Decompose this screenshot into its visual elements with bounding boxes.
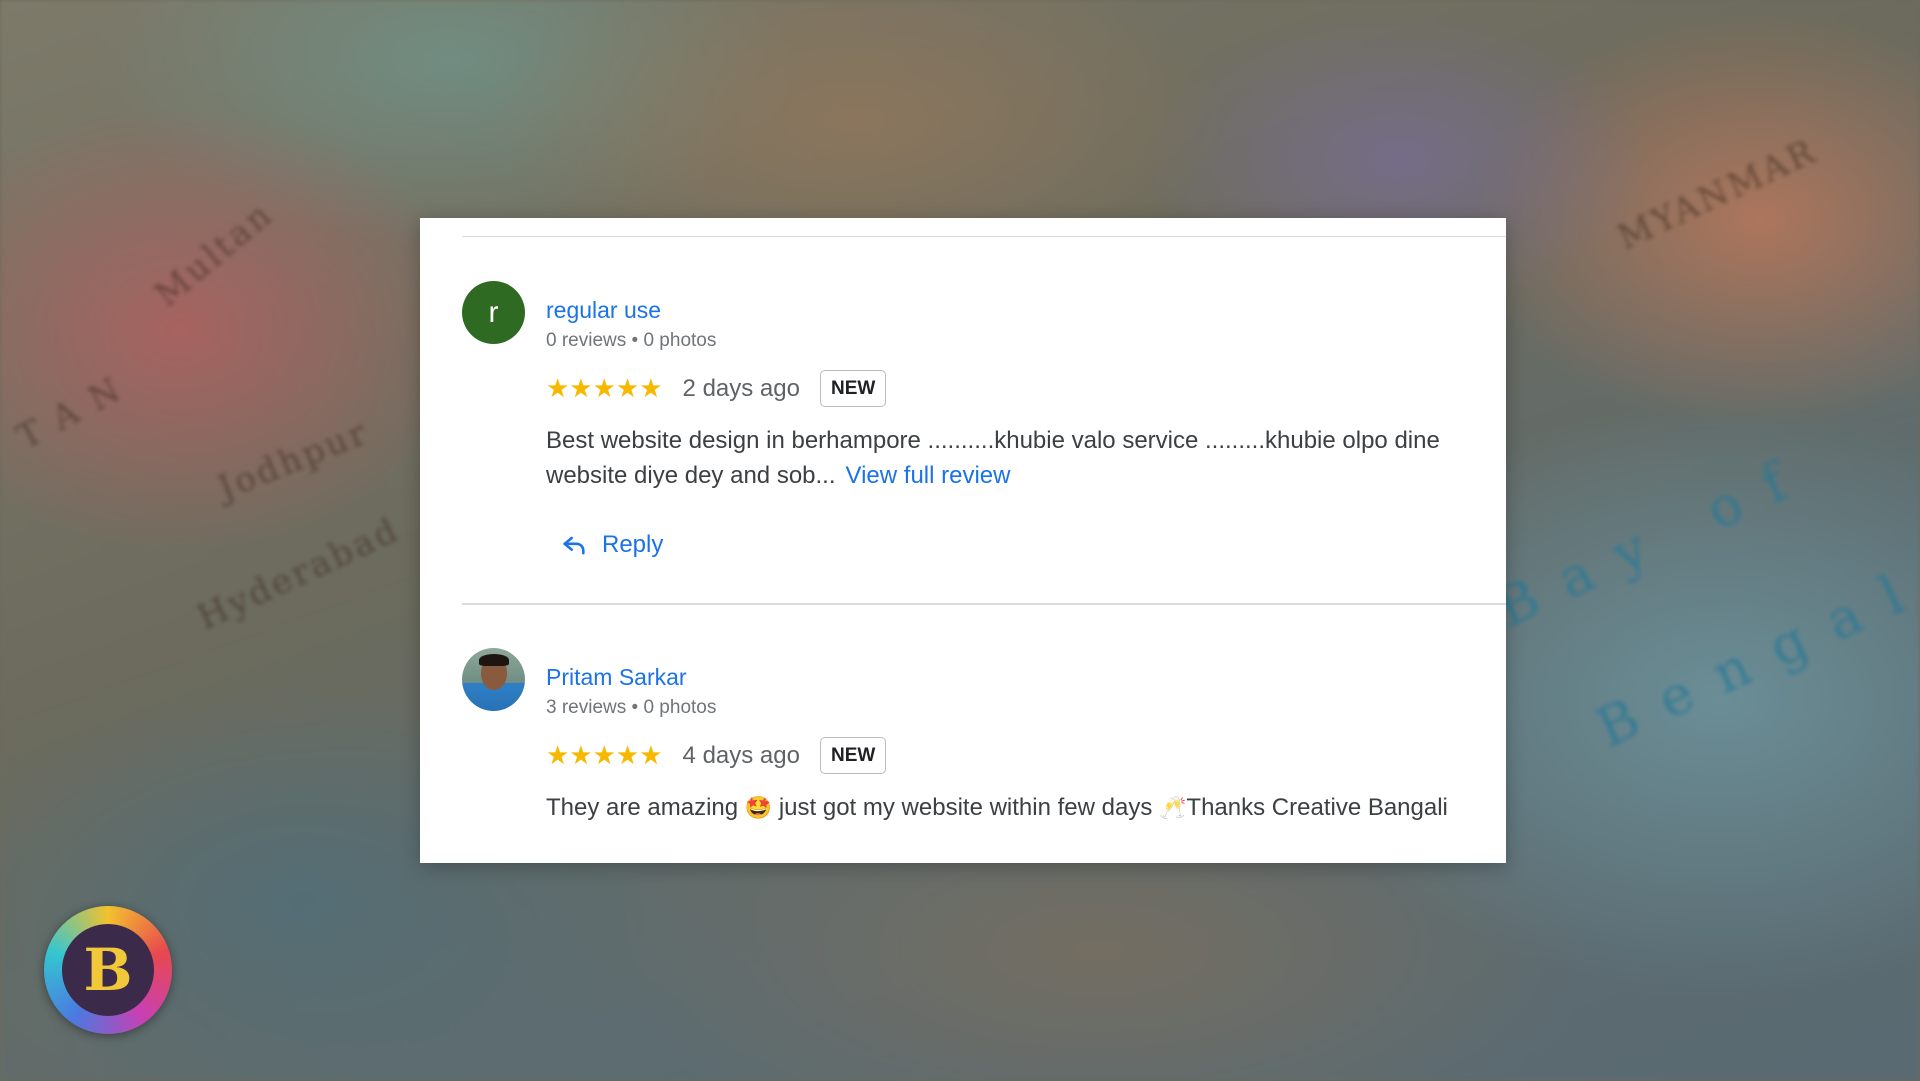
map-text: Hyderabad <box>191 509 407 639</box>
map-text: Bengal <box>1586 551 1920 761</box>
rating-row: ★★★★★ 4 days ago NEW <box>546 737 887 774</box>
divider <box>462 236 1506 237</box>
logo-letter: B <box>83 936 133 1004</box>
map-text: MYANMAR <box>1611 131 1824 259</box>
reviewer-meta: 3 reviews • 0 photos <box>546 697 717 718</box>
map-text: Multan <box>147 193 282 316</box>
brand-logo: B <box>44 906 172 1034</box>
reviewer-name[interactable]: Pritam Sarkar <box>546 664 687 691</box>
new-badge: NEW <box>819 370 887 407</box>
review-time: 4 days ago <box>682 741 800 769</box>
divider <box>462 603 1506 605</box>
reviews-panel: r regular use 0 reviews • 0 photos ★★★★★… <box>420 218 1506 863</box>
review-time: 2 days ago <box>682 374 800 402</box>
avatar[interactable] <box>462 648 525 711</box>
star-rating: ★★★★★ <box>546 740 663 770</box>
reviewer-meta: 0 reviews • 0 photos <box>546 330 717 351</box>
review-item: Pritam Sarkar 3 reviews • 0 photos ★★★★★… <box>462 648 1506 858</box>
map-text: T A N <box>10 369 130 458</box>
review-text: Best website design in berhampore ......… <box>546 423 1486 493</box>
avatar-letter: r <box>488 295 499 329</box>
reply-label: Reply <box>602 531 664 558</box>
review-text-part: just got my website within few days <box>778 794 1153 821</box>
review-item: r regular use 0 reviews • 0 photos ★★★★★… <box>462 281 1506 581</box>
review-text-part: Thanks Creative Bangali <box>1186 794 1448 821</box>
review-text: They are amazing 🤩 just got my website w… <box>546 790 1506 826</box>
map-text: Bay of <box>1486 439 1822 641</box>
view-full-review-link[interactable]: View full review <box>846 462 1011 489</box>
reply-button[interactable]: Reply <box>560 531 663 559</box>
review-text-part: They are amazing <box>546 794 739 821</box>
map-text: Jodhpur <box>212 412 375 509</box>
reply-icon <box>563 536 585 555</box>
clinking-glasses-emoji-icon: 🥂 <box>1159 796 1187 821</box>
star-struck-emoji-icon: 🤩 <box>744 796 773 821</box>
reviewer-name[interactable]: regular use <box>546 297 661 324</box>
avatar-hair <box>479 654 509 666</box>
star-rating: ★★★★★ <box>546 373 663 403</box>
logo-inner: B <box>62 924 154 1016</box>
rating-row: ★★★★★ 2 days ago NEW <box>546 370 887 407</box>
avatar[interactable]: r <box>462 281 525 344</box>
new-badge: NEW <box>819 737 887 774</box>
